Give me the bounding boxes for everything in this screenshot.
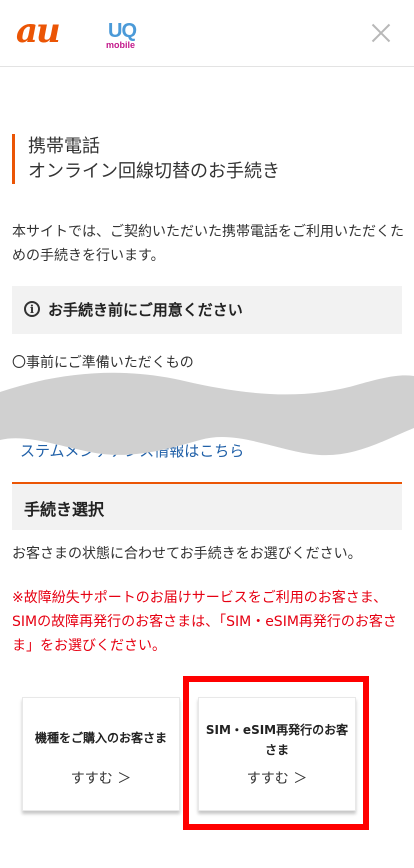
procedure-selection-header: 手続き選択 xyxy=(12,482,402,530)
sim-reissue-customer-card[interactable]: SIM・eSIM再発行のお客さま すすむ ＞ xyxy=(198,697,356,811)
notice-title: お手続き前にご用意ください xyxy=(48,301,243,319)
uq-logo-sub: mobile xyxy=(106,40,136,50)
notice-box: i お手続き前にご用意ください xyxy=(12,286,402,334)
page-title-line1: 携帯電話 xyxy=(28,136,100,157)
intro-text: 本サイトでは、ご契約いただいた携帯電話をご利用いただくための手続きを行います。 xyxy=(12,224,404,264)
au-logo: au xyxy=(16,11,61,51)
header: au UQ mobile xyxy=(0,0,414,67)
procedure-selection-title: 手続き選択 xyxy=(24,500,105,519)
purchase-customer-card[interactable]: 機種をご購入のお客さま すすむ ＞ xyxy=(22,697,180,811)
card-title: SIM・eSIM再発行のお客さま xyxy=(205,723,349,757)
close-icon[interactable] xyxy=(368,20,394,46)
card-title: 機種をご購入のお客さま xyxy=(34,731,167,745)
selection-description: お客さまの状態に合わせてお手続きをお選びください。 xyxy=(12,546,362,562)
uq-mobile-logo: UQ mobile xyxy=(104,20,146,52)
selection-note: ※故障紛失サポートのお届けサービスをご利用のお客さま、SIMの故障再発行のお客さ… xyxy=(12,590,397,654)
torn-overlay xyxy=(0,372,414,456)
proceed-label: すすむ ＞ xyxy=(70,771,132,787)
proceed-label: すすむ ＞ xyxy=(246,771,308,787)
page-title: 携帯電話 オンライン回線切替のお手続き xyxy=(12,134,408,184)
info-icon: i xyxy=(24,301,40,317)
page-title-line2: オンライン回線切替のお手続き xyxy=(28,161,280,182)
